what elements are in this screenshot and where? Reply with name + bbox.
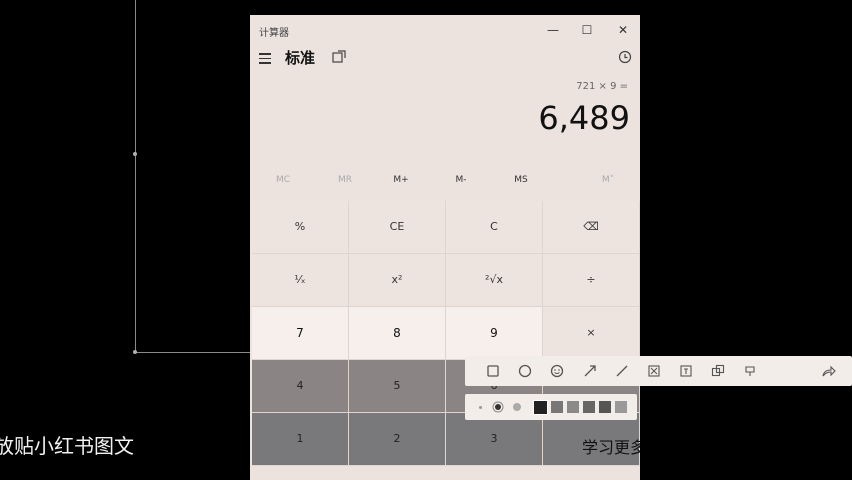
result-display: 6,489 bbox=[538, 99, 630, 137]
selection-guide-left bbox=[135, 0, 136, 352]
digit-5-key[interactable]: 5 bbox=[349, 360, 446, 413]
color-swatch-gray5[interactable] bbox=[615, 401, 627, 413]
clear-key[interactable]: C bbox=[446, 201, 543, 254]
emoji-icon[interactable] bbox=[549, 363, 565, 379]
line-icon[interactable] bbox=[614, 363, 630, 379]
color-swatch-gray4[interactable] bbox=[599, 401, 611, 413]
clear-entry-key[interactable]: CE bbox=[349, 201, 446, 254]
mosaic-icon[interactable] bbox=[646, 363, 662, 379]
selection-handle[interactable] bbox=[133, 350, 137, 354]
memory-list-button[interactable]: M˅ bbox=[577, 175, 639, 185]
color-swatch-gray3[interactable] bbox=[583, 401, 595, 413]
keep-on-top-icon[interactable] bbox=[332, 50, 346, 64]
digit-8-key[interactable]: 8 bbox=[349, 307, 446, 360]
memory-add-button[interactable]: M+ bbox=[370, 175, 432, 185]
annotation-toolbar bbox=[465, 356, 852, 386]
backspace-key[interactable]: ⌫ bbox=[543, 201, 640, 254]
memory-clear-button[interactable]: MC bbox=[252, 175, 314, 185]
stroke-large-dot[interactable] bbox=[513, 403, 521, 411]
multiply-key[interactable]: × bbox=[543, 307, 640, 360]
copy-icon[interactable] bbox=[710, 363, 726, 379]
arrow-icon[interactable] bbox=[582, 363, 598, 379]
memory-store-button[interactable]: MS bbox=[490, 175, 552, 185]
minimize-button[interactable]: — bbox=[536, 19, 570, 41]
stroke-small-dot[interactable] bbox=[479, 406, 482, 409]
digit-9-key[interactable]: 9 bbox=[446, 307, 543, 360]
square-root-key[interactable]: ²√x bbox=[446, 254, 543, 307]
expression-display: 721 × 9 = bbox=[576, 81, 628, 92]
share-icon[interactable] bbox=[820, 363, 836, 379]
history-icon[interactable] bbox=[618, 50, 632, 64]
color-swatch-gray2[interactable] bbox=[567, 401, 579, 413]
digit-2-key[interactable]: 2 bbox=[349, 413, 446, 466]
memory-recall-button[interactable]: MR bbox=[314, 175, 376, 185]
square-key[interactable]: x² bbox=[349, 254, 446, 307]
text-icon[interactable] bbox=[678, 363, 694, 379]
color-swatch-black[interactable] bbox=[533, 400, 548, 415]
digit-4-key[interactable]: 4 bbox=[252, 360, 349, 413]
menu-icon[interactable] bbox=[259, 53, 271, 64]
circle-icon[interactable] bbox=[517, 363, 533, 379]
pin-icon[interactable] bbox=[742, 363, 758, 379]
stroke-medium-dot[interactable] bbox=[495, 404, 501, 410]
overlay-text-right: 学习更多 bbox=[582, 438, 640, 457]
digit-1-key[interactable]: 1 bbox=[252, 413, 349, 466]
rectangle-icon[interactable] bbox=[485, 363, 501, 379]
selection-handle[interactable] bbox=[133, 152, 137, 156]
maximize-button[interactable]: ☐ bbox=[570, 19, 604, 41]
digit-3-key[interactable]: 3 bbox=[446, 413, 543, 466]
divide-key[interactable]: ÷ bbox=[543, 254, 640, 307]
close-button[interactable]: ✕ bbox=[606, 19, 640, 41]
title-bar: 计算器 — ☐ ✕ bbox=[250, 15, 640, 45]
memory-subtract-button[interactable]: M- bbox=[430, 175, 492, 185]
window-title: 计算器 bbox=[259, 28, 289, 39]
color-swatch-gray1[interactable] bbox=[551, 401, 563, 413]
mode-title: 标准 bbox=[285, 49, 316, 67]
memory-row: MC MR M+ M- MS M˅ bbox=[250, 175, 640, 193]
style-options-bar bbox=[465, 394, 637, 420]
digit-7-key[interactable]: 7 bbox=[252, 307, 349, 360]
reciprocal-key[interactable]: ¹⁄ₓ bbox=[252, 254, 349, 307]
percent-key[interactable]: % bbox=[252, 201, 349, 254]
overlay-text-left: 放贴小红书图文 bbox=[0, 434, 134, 458]
